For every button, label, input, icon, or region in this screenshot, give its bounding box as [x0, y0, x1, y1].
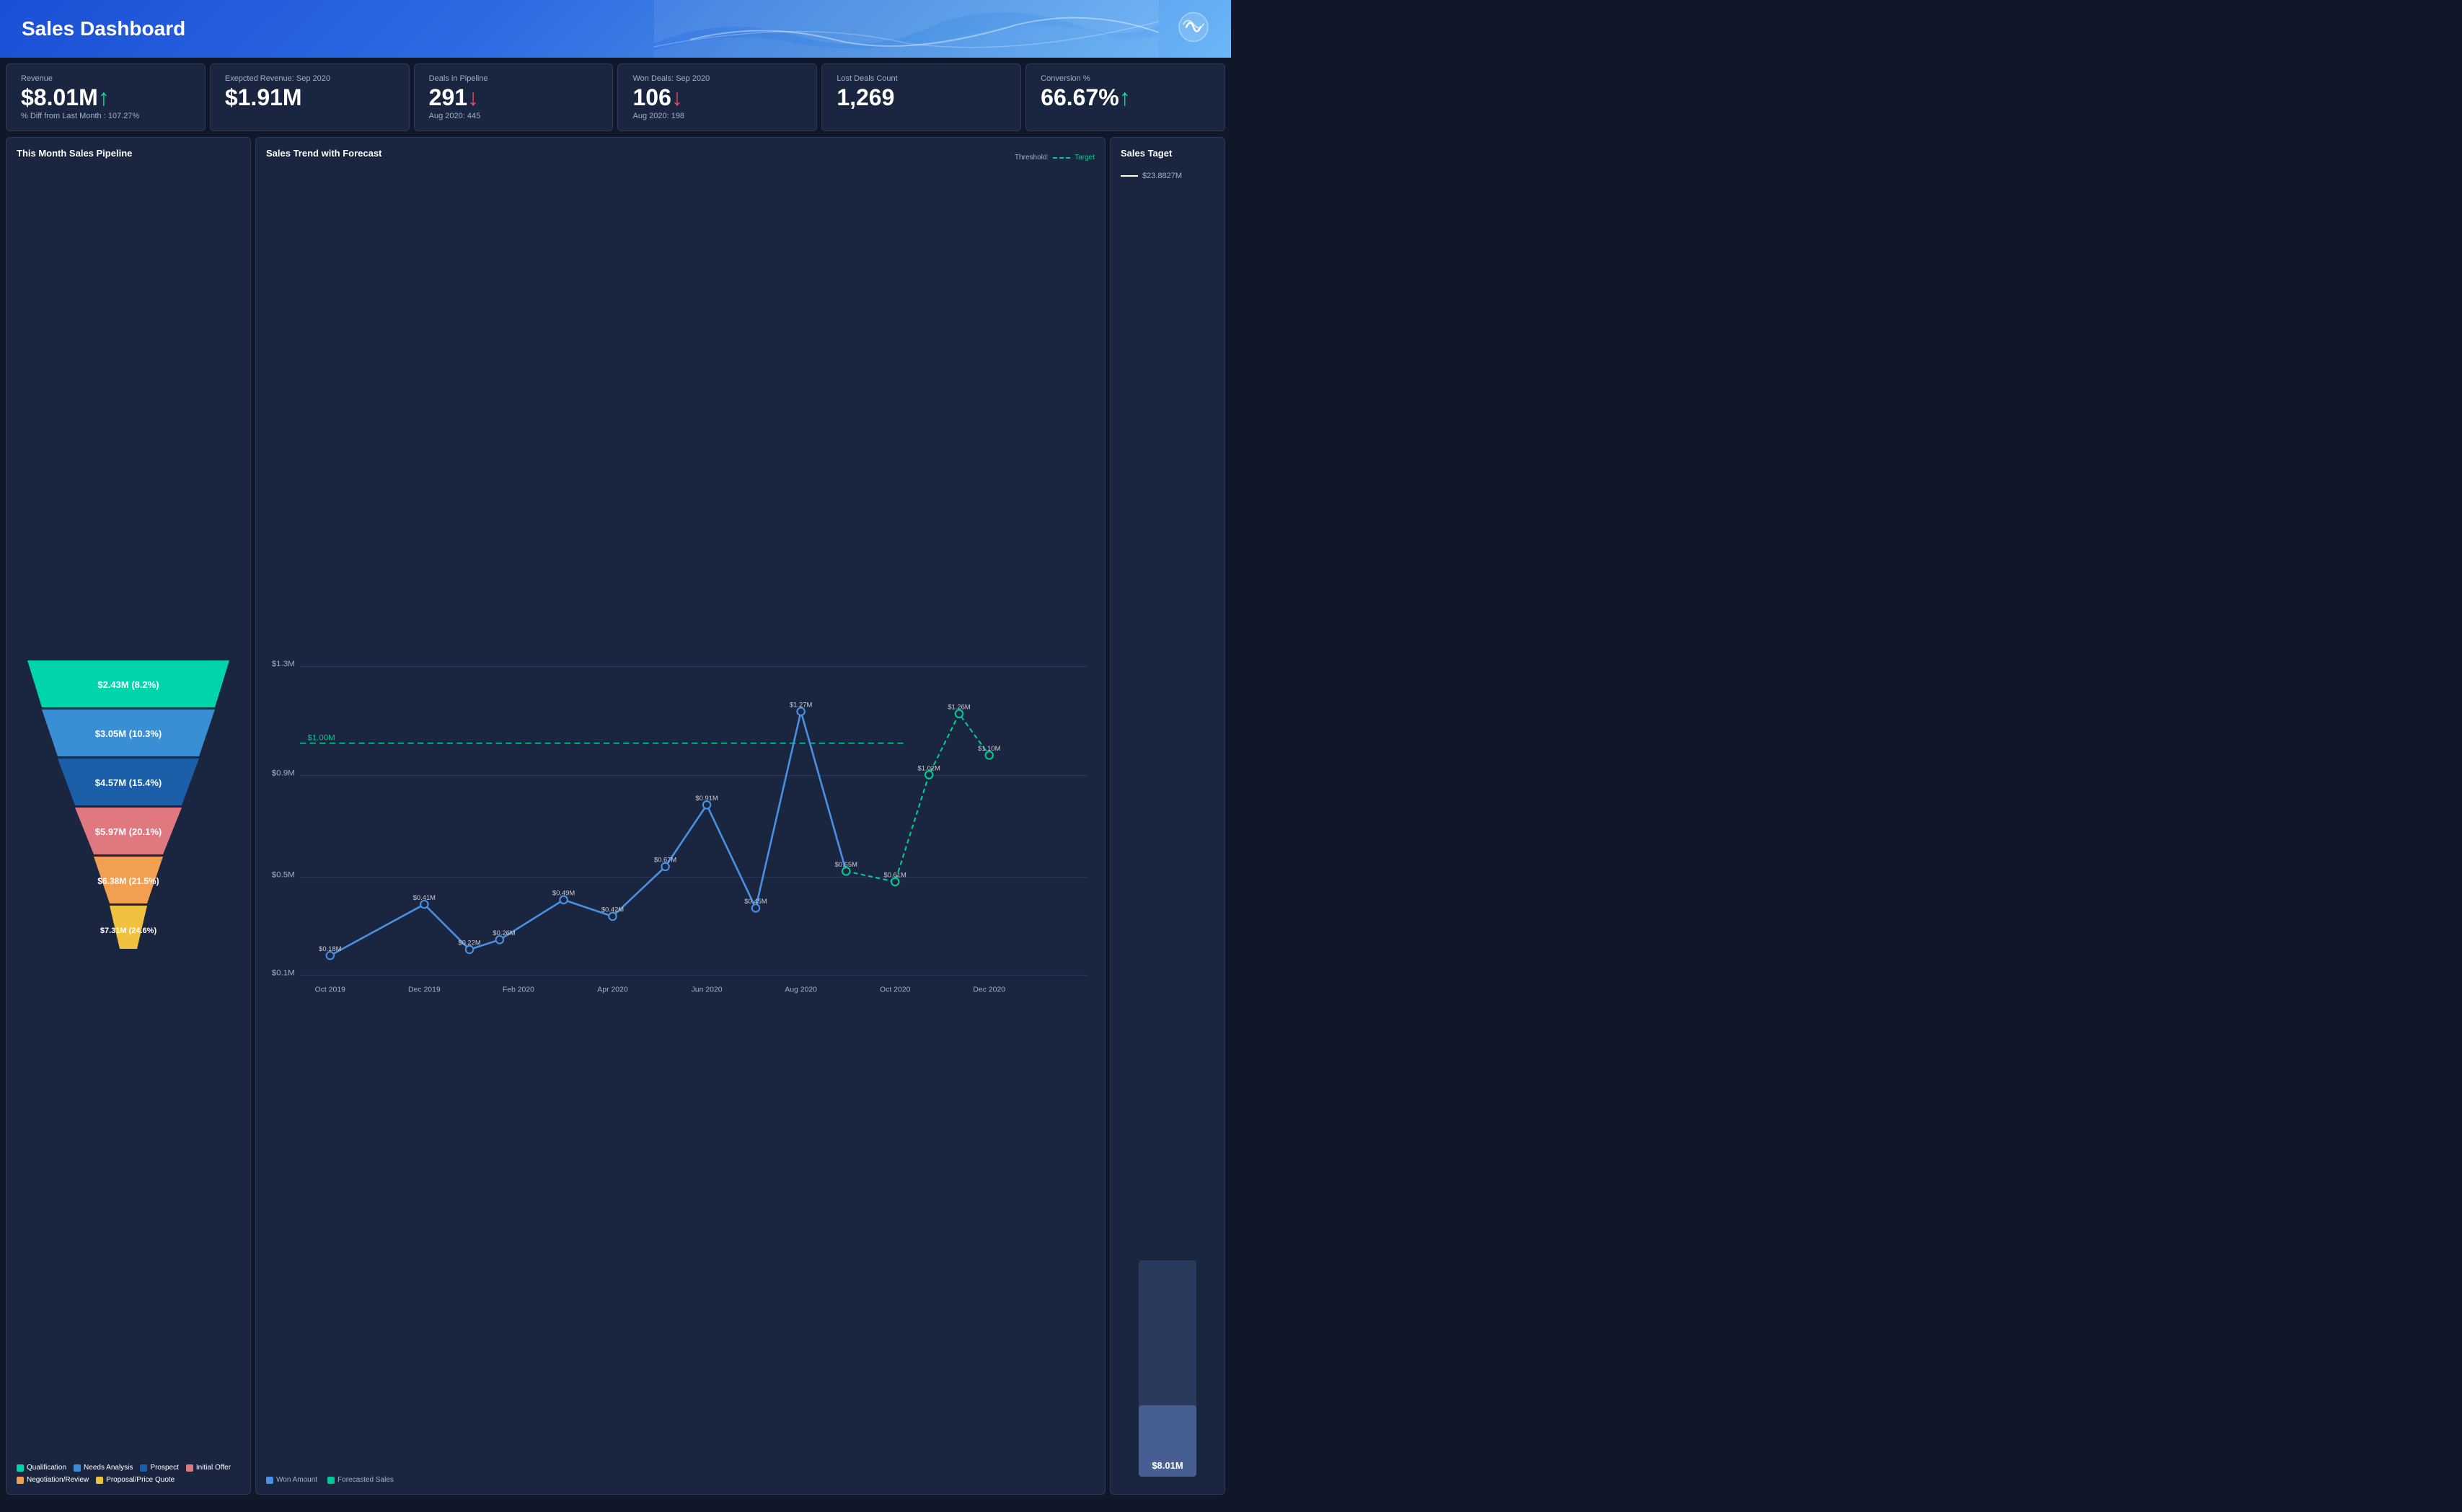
kpi-deals-value: 291↓ — [429, 86, 599, 109]
target-bar-value: $8.01M — [1152, 1460, 1183, 1471]
threshold-line-icon — [1053, 157, 1070, 159]
legend-initial-offer: Initial Offer — [186, 1464, 231, 1472]
svg-text:$0.9M: $0.9M — [272, 769, 295, 778]
kpi-lost-deals: Lost Deals Count 1,269 — [821, 63, 1021, 131]
kpi-expected-revenue: Exepcted Revenue: Sep 2020 $1.91M — [210, 63, 410, 131]
chart-panel: Sales Trend with Forecast Threshold: Tar… — [255, 137, 1106, 1495]
svg-text:$0.67M: $0.67M — [654, 856, 676, 864]
funnel-panel: This Month Sales Pipeline $2.43M (8.2%) … — [6, 137, 251, 1495]
legend-needs-analysis: Needs Analysis — [74, 1464, 133, 1472]
svg-text:$1.3M: $1.3M — [272, 660, 295, 668]
svg-text:$1.02M: $1.02M — [918, 764, 940, 772]
target-line-indicator: $23.8827M — [1121, 172, 1214, 180]
chart-area: $1.3M $0.9M $0.5M $0.1M $1.00M Oct 2019 … — [266, 173, 1095, 1476]
svg-text:$0.5M: $0.5M — [272, 871, 295, 880]
svg-text:Apr 2020: Apr 2020 — [597, 986, 628, 994]
svg-text:$1.26M: $1.26M — [948, 703, 970, 711]
target-panel: Sales Taget $23.8827M $8.01M — [1110, 137, 1225, 1495]
svg-text:$0.61M: $0.61M — [884, 871, 906, 879]
chart-legend: Won Amount Forecasted Sales — [266, 1476, 1095, 1484]
target-line-icon — [1121, 175, 1138, 177]
header-title: Sales Dashboard — [22, 17, 185, 40]
svg-text:Dec 2019: Dec 2019 — [408, 986, 441, 994]
svg-text:$1.00M: $1.00M — [307, 734, 335, 743]
svg-text:$4.57M (15.4%): $4.57M (15.4%) — [95, 777, 162, 788]
svg-text:$1.10M: $1.10M — [978, 744, 1000, 752]
svg-text:Jun 2020: Jun 2020 — [692, 986, 723, 994]
svg-text:$0.49M: $0.49M — [552, 889, 575, 897]
legend-proposal: Proposal/Price Quote — [96, 1476, 175, 1484]
chart-title: Sales Trend with Forecast — [266, 148, 381, 159]
kpi-conversion-value: 66.67%↑ — [1041, 86, 1210, 109]
kpi-won-value: 106↓ — [632, 86, 802, 109]
funnel-chart: $2.43M (8.2%) $3.05M (10.3%) $4.57M (15.… — [17, 167, 240, 1456]
chart-header: Sales Trend with Forecast Threshold: Tar… — [266, 148, 1095, 167]
svg-text:$0.42M: $0.42M — [601, 906, 624, 914]
main-content: This Month Sales Pipeline $2.43M (8.2%) … — [0, 137, 1231, 1500]
threshold-label: Threshold: Target — [1015, 154, 1095, 162]
funnel-title: This Month Sales Pipeline — [17, 148, 240, 159]
svg-text:Oct 2019: Oct 2019 — [315, 986, 346, 994]
svg-text:$5.97M (20.1%): $5.97M (20.1%) — [95, 826, 162, 837]
legend-forecasted-sales: Forecasted Sales — [327, 1476, 394, 1484]
target-bar-track: $8.01M — [1139, 1260, 1196, 1477]
svg-text:Feb 2020: Feb 2020 — [503, 986, 534, 994]
line-chart-svg: $1.3M $0.9M $0.5M $0.1M $1.00M Oct 2019 … — [266, 173, 1095, 1476]
target-bar-container: $8.01M — [1121, 180, 1214, 1484]
funnel-legend: Qualification Needs Analysis Prospect In… — [17, 1464, 240, 1484]
svg-text:$0.91M: $0.91M — [695, 794, 718, 802]
svg-text:$7.31M (24.6%): $7.31M (24.6%) — [100, 927, 157, 935]
app-logo — [1178, 12, 1209, 47]
kpi-won-deals: Won Deals: Sep 2020 106↓ Aug 2020: 198 — [617, 63, 817, 131]
kpi-conversion: Conversion % 66.67%↑ — [1025, 63, 1225, 131]
svg-text:$0.26M: $0.26M — [493, 929, 515, 937]
svg-text:$0.41M: $0.41M — [413, 893, 436, 901]
svg-text:$0.45M: $0.45M — [744, 897, 767, 905]
target-title: Sales Taget — [1121, 148, 1214, 159]
kpi-revenue-value: $8.01M↑ — [21, 86, 190, 109]
svg-text:$0.22M: $0.22M — [458, 939, 480, 947]
legend-qualification: Qualification — [17, 1464, 66, 1472]
header: Sales Dashboard — [0, 0, 1231, 58]
kpi-row: Revenue $8.01M↑ % Diff from Last Month :… — [0, 58, 1231, 137]
header-wave — [654, 0, 1159, 58]
svg-text:$2.43M (8.2%): $2.43M (8.2%) — [97, 679, 159, 690]
svg-text:$1.27M: $1.27M — [790, 701, 812, 709]
legend-prospect: Prospect — [140, 1464, 178, 1472]
funnel-svg: $2.43M (8.2%) $3.05M (10.3%) $4.57M (15.… — [20, 660, 237, 963]
svg-text:$0.18M: $0.18M — [319, 945, 341, 952]
svg-text:Dec 2020: Dec 2020 — [973, 986, 1005, 994]
legend-negotiation: Negotiation/Review — [17, 1476, 89, 1484]
legend-won-amount: Won Amount — [266, 1476, 317, 1484]
kpi-deals-pipeline: Deals in Pipeline 291↓ Aug 2020: 445 — [414, 63, 614, 131]
svg-text:$0.1M: $0.1M — [272, 968, 295, 977]
svg-text:$6.38M (21.5%): $6.38M (21.5%) — [97, 876, 159, 886]
kpi-revenue: Revenue $8.01M↑ % Diff from Last Month :… — [6, 63, 206, 131]
svg-text:Aug 2020: Aug 2020 — [785, 986, 817, 994]
svg-text:Oct 2020: Oct 2020 — [880, 986, 911, 994]
svg-text:$3.05M (10.3%): $3.05M (10.3%) — [95, 728, 162, 739]
